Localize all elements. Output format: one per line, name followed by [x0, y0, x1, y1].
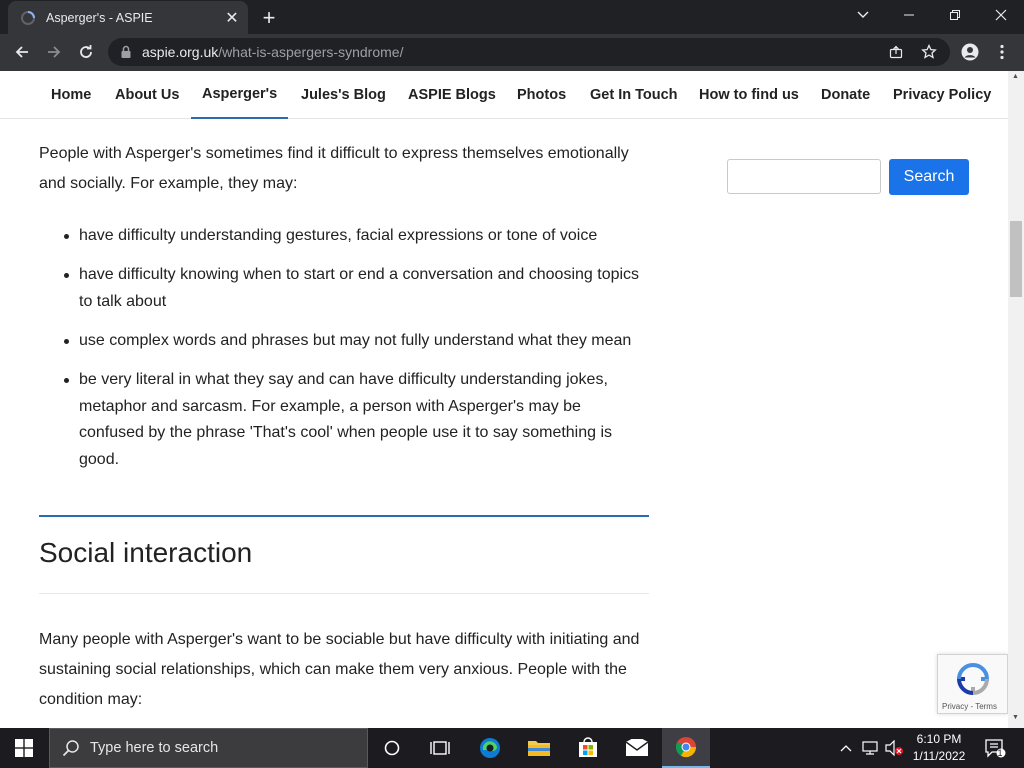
close-tab-icon[interactable]: ✕ — [220, 6, 244, 30]
browser-toolbar: aspie.org.uk/what-is-aspergers-syndrome/ — [0, 34, 1024, 71]
nav-jules-blog[interactable]: Jules's Blog — [301, 71, 386, 119]
browser-tabstrip: Asperger's - ASPIE ✕ + — [0, 0, 1024, 34]
minimize-icon[interactable] — [886, 0, 932, 30]
new-tab-icon[interactable]: + — [256, 5, 282, 31]
nav-privacy-policy[interactable]: Privacy Policy — [893, 71, 991, 119]
section-divider — [39, 515, 649, 517]
tab-title: Asperger's - ASPIE — [46, 10, 153, 25]
recaptcha-logo-icon — [956, 663, 990, 696]
search-button[interactable]: Search — [889, 159, 969, 195]
scroll-thumb[interactable] — [1010, 221, 1022, 297]
volume-muted-icon[interactable] — [882, 728, 906, 768]
windows-taskbar: Type here to search 6:10 PM 1/11/2022 1 — [0, 728, 1024, 768]
system-clock[interactable]: 6:10 PM 1/11/2022 — [906, 731, 972, 765]
lock-icon — [121, 45, 131, 58]
bookmark-star-icon[interactable] — [921, 44, 937, 60]
notification-count: 1 — [997, 748, 1003, 758]
site-navigation: Home About Us Asperger's Jules's Blog AS… — [0, 71, 1008, 119]
web-page: Home About Us Asperger's Jules's Blog AS… — [0, 71, 1008, 728]
url-path: /what-is-aspergers-syndrome/ — [218, 44, 404, 60]
taskbar-search-box[interactable]: Type here to search — [49, 728, 368, 768]
search-icon — [62, 740, 79, 757]
microsoft-store-icon[interactable] — [564, 728, 612, 768]
chrome-browser-icon[interactable] — [662, 728, 710, 768]
restore-icon[interactable] — [932, 0, 978, 30]
menu-kebab-icon[interactable] — [988, 38, 1016, 66]
recaptcha-badge[interactable]: Privacy - Terms — [937, 654, 1008, 714]
nav-how-to-find-us[interactable]: How to find us — [699, 71, 799, 119]
network-icon[interactable] — [858, 728, 882, 768]
list-item: be very literal in what they say and can… — [64, 367, 649, 473]
vertical-scrollbar[interactable]: ▲ ▼ — [1008, 71, 1024, 728]
nav-donate[interactable]: Donate — [821, 71, 870, 119]
edge-browser-icon[interactable] — [466, 728, 514, 768]
clock-date: 1/11/2022 — [912, 749, 966, 763]
list-item: have difficulty knowing when to start or… — [64, 262, 649, 315]
section-heading: Social interaction — [39, 537, 253, 568]
back-arrow-icon[interactable] — [8, 38, 36, 66]
list-item: use complex words and phrases but may no… — [64, 328, 649, 355]
heading-underline — [39, 593, 649, 594]
nav-photos[interactable]: Photos — [517, 71, 566, 119]
nav-aspergers[interactable]: Asperger's — [191, 71, 288, 119]
nav-home[interactable]: Home — [51, 71, 91, 119]
tab-search-icon[interactable] — [840, 0, 886, 30]
scroll-down-arrow-icon[interactable]: ▼ — [1012, 714, 1019, 721]
recaptcha-links[interactable]: Privacy - Terms — [942, 702, 997, 711]
profile-icon[interactable] — [956, 38, 984, 66]
list-item: have difficulty understanding gestures, … — [64, 223, 649, 250]
windows-start-icon[interactable] — [0, 728, 48, 768]
social-paragraph: Many people with Asperger's want to be s… — [39, 631, 640, 708]
loading-favicon-icon — [21, 10, 35, 25]
mail-icon[interactable] — [613, 728, 661, 768]
url-text: aspie.org.uk/what-is-aspergers-syndrome/ — [142, 44, 403, 60]
reload-icon[interactable] — [72, 38, 100, 66]
address-bar[interactable]: aspie.org.uk/what-is-aspergers-syndrome/ — [108, 38, 950, 66]
nav-about-us[interactable]: About Us — [115, 71, 179, 119]
share-icon[interactable] — [889, 45, 903, 59]
nav-aspie-blogs[interactable]: ASPIE Blogs — [408, 71, 496, 119]
close-window-icon[interactable] — [978, 0, 1024, 30]
url-host: aspie.org.uk — [142, 44, 219, 60]
nav-get-in-touch[interactable]: Get In Touch — [590, 71, 678, 119]
task-view-icon[interactable] — [416, 728, 464, 768]
search-input[interactable] — [727, 159, 881, 194]
file-explorer-icon[interactable] — [515, 728, 563, 768]
show-hidden-icons-chevron-icon[interactable] — [834, 728, 858, 768]
forward-arrow-icon[interactable] — [40, 38, 68, 66]
clock-time: 6:10 PM — [916, 732, 962, 746]
intro-paragraph: People with Asperger's sometimes find it… — [39, 145, 629, 192]
taskbar-search-placeholder: Type here to search — [90, 740, 219, 756]
browser-tab[interactable]: Asperger's - ASPIE ✕ — [8, 1, 248, 34]
cortana-icon[interactable] — [368, 728, 416, 768]
notification-center-icon[interactable]: 1 — [980, 728, 1010, 768]
scroll-up-arrow-icon[interactable]: ▲ — [1012, 73, 1019, 80]
